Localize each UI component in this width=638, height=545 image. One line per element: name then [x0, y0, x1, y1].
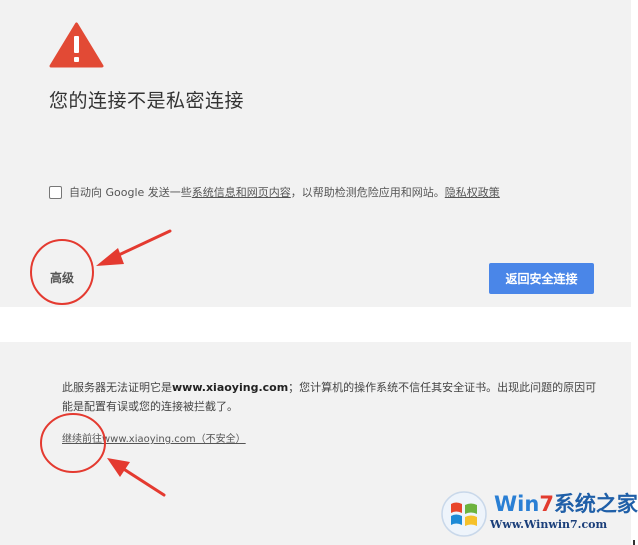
- watermark-url: Www.Winwin7.com: [490, 518, 608, 531]
- report-text-before: 自动向 Google 发送一些: [69, 186, 192, 199]
- watermark-brand-suffix: 系统之家: [553, 492, 638, 516]
- watermark-brand-digit: 7: [539, 492, 554, 516]
- report-checkbox[interactable]: [49, 185, 62, 199]
- privacy-policy-link[interactable]: 隐私权政策: [445, 184, 500, 200]
- proceed-unsafe-link[interactable]: 继续前往www.xiaoying.com（不安全）: [62, 430, 246, 445]
- safe-browsing-report-row: 自动向 Google 发送一些 系统信息和网页内容 ，以帮助检测危险应用和网站。…: [49, 184, 500, 200]
- back-to-safety-button[interactable]: 返回安全连接: [489, 263, 594, 294]
- page-title: 您的连接不是私密连接: [49, 90, 245, 112]
- details-text-start: 此服务器无法证明它是: [62, 381, 172, 394]
- details-explanation: 此服务器无法证明它是www.xiaoying.com；您计算机的操作系统不信任其…: [62, 378, 602, 416]
- system-info-link[interactable]: 系统信息和网页内容: [192, 184, 291, 200]
- warning-triangle-icon: [49, 22, 104, 68]
- site-watermark: Win7系统之家 Www.Winwin7.com: [440, 486, 638, 542]
- details-domain: www.xiaoying.com: [172, 381, 289, 394]
- watermark-brand: Win7系统之家: [494, 488, 638, 518]
- advanced-button[interactable]: 高级: [50, 269, 74, 286]
- text-cursor-icon: [633, 540, 635, 545]
- windows-logo-icon: [441, 491, 487, 537]
- report-text-after: ，以帮助检测危险应用和网站。: [290, 186, 445, 199]
- watermark-brand-prefix: Win: [494, 492, 540, 516]
